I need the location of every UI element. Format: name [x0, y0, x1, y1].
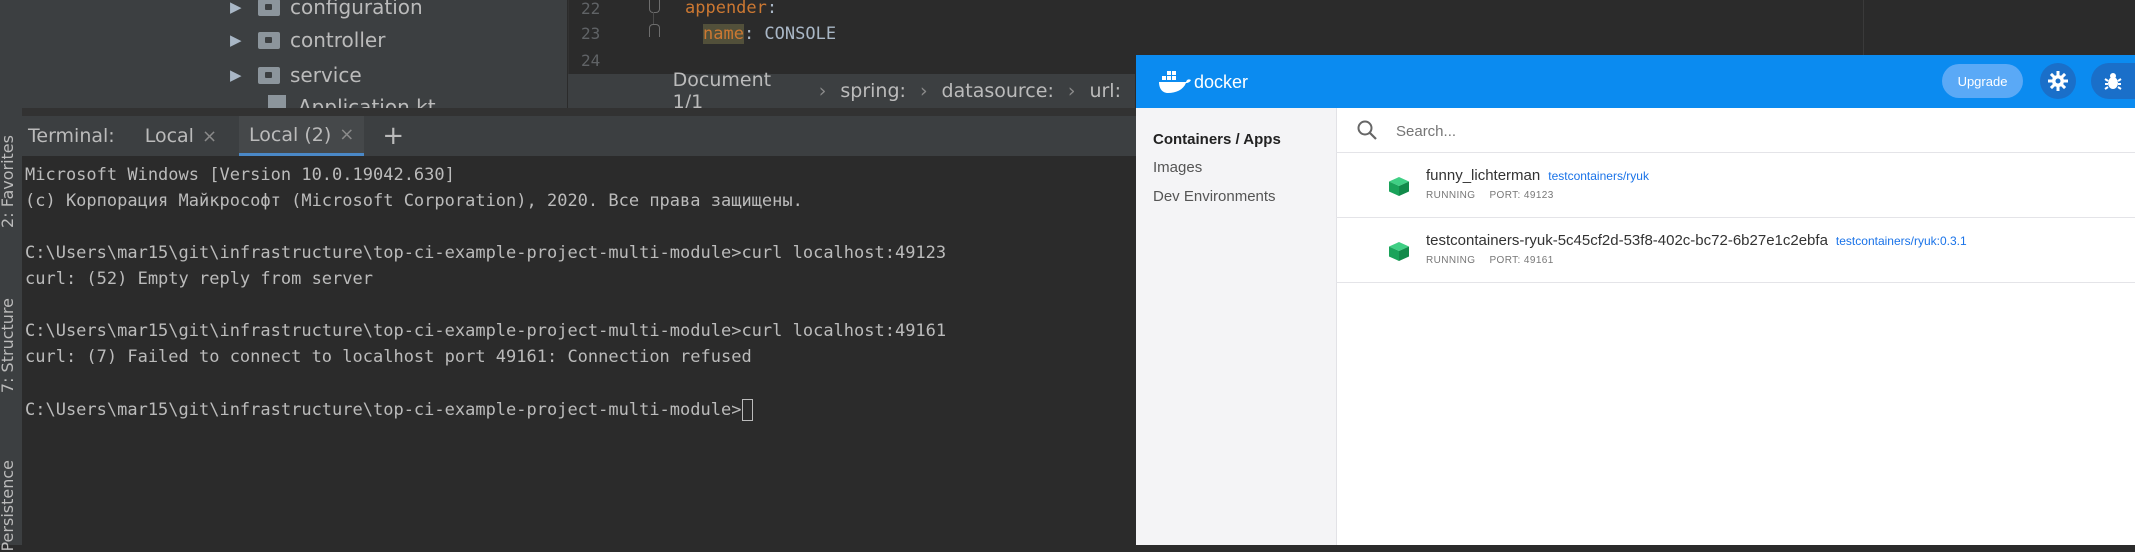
fold-marker-icon[interactable]	[649, 0, 660, 13]
docker-top-bar: docker Upgrade	[1136, 55, 2135, 108]
terminal-prompt-line: C:\Users\mar15\git\infrastructure\top-ci…	[25, 399, 754, 421]
indent-guide	[653, 12, 654, 24]
close-tab-icon[interactable]: ×	[202, 126, 217, 147]
docker-brand-text: docker	[1194, 71, 1249, 92]
container-status: RUNNING	[1426, 190, 1476, 201]
container-name[interactable]: testcontainers-ryuk-5c45cf2d-53f8-402c-b…	[1426, 232, 1828, 249]
tree-item-label: service	[290, 63, 362, 87]
project-tree: ▶ configuration ▶ controller ▶ service A…	[22, 0, 567, 108]
panel-splitter[interactable]	[22, 108, 1137, 116]
docker-logo: docker	[1158, 70, 1248, 94]
terminal-label: Terminal:	[28, 125, 115, 147]
terminal-output[interactable]: Microsoft Windows [Version 10.0.19042.63…	[22, 156, 1137, 545]
new-terminal-tab-button[interactable]: +	[382, 121, 404, 151]
container-port: PORT: 49161	[1489, 255, 1554, 266]
terminal-tab-label: Local	[144, 125, 194, 147]
nav-containers-apps[interactable]: Containers / Apps	[1153, 131, 1281, 148]
search-icon	[1357, 120, 1377, 140]
terminal-tab-label: Local (2)	[249, 123, 332, 146]
line-number: 24	[581, 51, 601, 70]
terminal-line: C:\Users\mar15\git\infrastructure\top-ci…	[25, 243, 947, 263]
container-name-row: funny_lichterman testcontainers/ryuk	[1426, 167, 1649, 184]
terminal-prompt: C:\Users\mar15\git\infrastructure\top-ci…	[25, 400, 742, 420]
container-search	[1336, 108, 2135, 153]
gear-icon	[2048, 71, 2068, 91]
terminal-line: Microsoft Windows [Version 10.0.19042.63…	[25, 165, 455, 185]
tree-item-label: controller	[290, 28, 386, 52]
fold-marker-icon[interactable]	[649, 24, 660, 37]
container-name[interactable]: funny_lichterman	[1426, 167, 1540, 184]
tree-item-label: Application.kt	[298, 95, 436, 108]
ide-tool-strip: 2: Favorites 7: Structure Persistence	[0, 0, 23, 552]
container-status-row: RUNNING PORT: 49123	[1426, 190, 1568, 201]
search-input[interactable]	[1394, 117, 2098, 145]
tree-item-service[interactable]: ▶ service	[22, 58, 362, 92]
package-folder-icon	[258, 31, 280, 49]
tree-item-application-kt[interactable]: Application.kt	[22, 93, 436, 108]
docker-whale-icon	[1159, 71, 1191, 93]
editor-breadcrumb: Document 1/1 › spring: › datasource: › u…	[568, 69, 1135, 113]
nav-images[interactable]: Images	[1153, 159, 1202, 176]
terminal-line: curl: (52) Empty reply from server	[25, 269, 373, 289]
breadcrumb-chevron-icon: ›	[1067, 80, 1076, 102]
terminal-tab-bar: Terminal: Local × Local (2) × +	[22, 116, 1137, 156]
terminal-line: curl: (7) Failed to connect to localhost…	[25, 347, 752, 367]
terminal-cursor	[742, 399, 754, 421]
yaml-key: appender	[685, 0, 767, 18]
yaml-colon: :	[766, 0, 778, 18]
tree-item-configuration[interactable]: ▶ configuration	[22, 0, 423, 24]
persistence-tool-tab[interactable]: Persistence	[0, 460, 22, 552]
breadcrumb-url[interactable]: url:	[1089, 80, 1121, 102]
structure-tool-tab[interactable]: 7: Structure	[0, 298, 22, 393]
breadcrumb-spring[interactable]: spring:	[840, 80, 906, 102]
bug-icon	[2104, 73, 2122, 90]
package-folder-icon	[258, 0, 280, 16]
expand-arrow-icon[interactable]: ▶	[230, 0, 246, 16]
yaml-value: : CONSOLE	[743, 24, 837, 44]
breadcrumb-chevron-icon: ›	[818, 80, 827, 102]
expand-arrow-icon[interactable]: ▶	[230, 66, 246, 84]
container-cube-icon	[1389, 242, 1409, 261]
line-number: 23	[581, 24, 601, 43]
expand-arrow-icon[interactable]: ▶	[230, 31, 246, 49]
container-status: RUNNING	[1426, 255, 1476, 266]
upgrade-button[interactable]: Upgrade	[1942, 64, 2023, 98]
terminal-tab-local-2[interactable]: Local (2) ×	[239, 116, 365, 156]
breadcrumb-datasource[interactable]: datasource:	[942, 80, 1054, 102]
container-port: PORT: 49123	[1489, 190, 1554, 201]
tree-item-controller[interactable]: ▶ controller	[22, 23, 385, 57]
package-folder-icon	[258, 66, 280, 84]
nav-dev-environments[interactable]: Dev Environments	[1153, 188, 1276, 205]
container-cube-icon	[1389, 177, 1409, 196]
favorites-tool-tab[interactable]: 2: Favorites	[0, 135, 22, 228]
breadcrumb-document[interactable]: Document 1/1	[673, 69, 805, 113]
kotlin-file-icon	[268, 95, 286, 108]
troubleshoot-button[interactable]	[2091, 63, 2135, 99]
close-tab-icon[interactable]: ×	[339, 124, 354, 145]
settings-button[interactable]	[2040, 63, 2076, 99]
terminal-tab-local[interactable]: Local ×	[135, 116, 227, 156]
container-name-row: testcontainers-ryuk-5c45cf2d-53f8-402c-b…	[1426, 232, 1967, 249]
code-line-23: name: CONSOLE	[703, 24, 836, 44]
line-number: 22	[581, 0, 601, 18]
container-row[interactable]: testcontainers-ryuk-5c45cf2d-53f8-402c-b…	[1336, 218, 2135, 283]
code-line-22: appender:	[685, 0, 777, 18]
yaml-key-highlighted: name	[703, 24, 744, 44]
upgrade-button-label: Upgrade	[1957, 73, 2008, 89]
tree-item-label: configuration	[290, 0, 423, 19]
docker-desktop-window: docker Upgrade Containers / Apps Images	[1136, 55, 2135, 545]
container-row[interactable]: funny_lichterman testcontainers/ryuk RUNN…	[1336, 153, 2135, 218]
container-status-row: RUNNING PORT: 49161	[1426, 255, 1568, 266]
docker-sidebar: Containers / Apps Images Dev Environment…	[1136, 108, 1337, 545]
container-image-link[interactable]: testcontainers/ryuk:0.3.1	[1836, 234, 1967, 248]
terminal-line: C:\Users\mar15\git\infrastructure\top-ci…	[25, 321, 947, 341]
terminal-line: (c) Корпорация Майкрософт (Microsoft Cor…	[25, 191, 803, 211]
breadcrumb-chevron-icon: ›	[919, 80, 928, 102]
container-image-link[interactable]: testcontainers/ryuk	[1548, 169, 1649, 183]
